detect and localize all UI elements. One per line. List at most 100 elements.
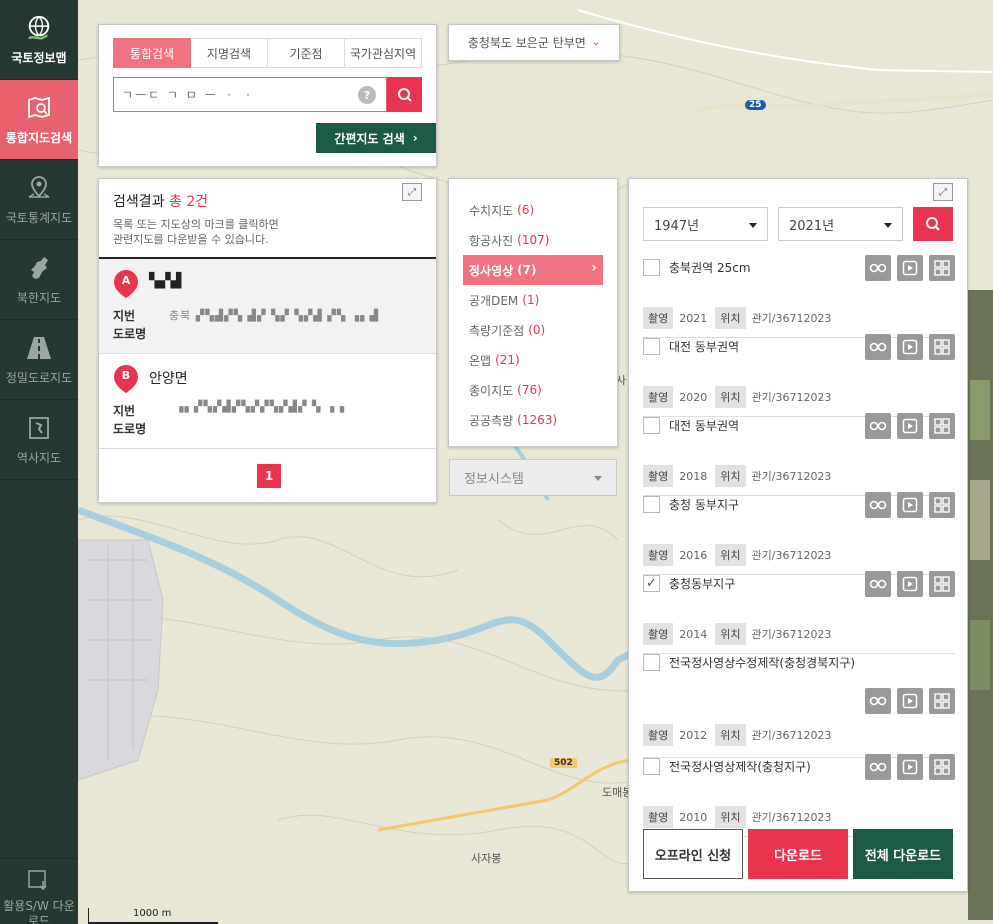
category-paper-map[interactable]: 종이지도 (76) [463, 375, 603, 405]
map-scale-label: 1000 m [133, 908, 172, 919]
imagery-year: 2018 [679, 469, 708, 483]
play-icon[interactable] [897, 492, 923, 518]
collapse-panel-icon[interactable]: ⤢ [402, 183, 422, 201]
easy-map-search-button[interactable]: 간편지도 검색 › [316, 123, 436, 153]
grid-icon[interactable] [929, 754, 955, 780]
play-icon[interactable] [897, 255, 923, 281]
imagery-action-icons [859, 688, 955, 714]
sidebar-brand-logo[interactable]: 국토정보맵 [0, 0, 78, 80]
location-tag: 위치 [715, 724, 746, 746]
play-icon[interactable] [897, 571, 923, 597]
download-button[interactable]: 다운로드 [748, 829, 848, 879]
search-button[interactable] [387, 77, 422, 112]
tab-national-interest-area[interactable]: 국가관심지역 [345, 38, 422, 68]
preview-glasses-icon[interactable] [865, 334, 891, 360]
imagery-checkbox[interactable] [643, 417, 660, 434]
play-icon[interactable] [897, 754, 923, 780]
imagery-item[interactable]: 전국정사영상수정제작(충청경북지구) 촬영 2012 위치 관기/36712023 [643, 654, 955, 758]
preview-glasses-icon[interactable] [865, 754, 891, 780]
preview-glasses-icon[interactable] [865, 413, 891, 439]
grid-icon[interactable] [929, 688, 955, 714]
pagination-page-1[interactable]: 1 [257, 464, 281, 488]
imagery-action-icons [859, 492, 955, 518]
category-onmap[interactable]: 온맵 (21) [463, 345, 603, 375]
category-count: (1) [522, 293, 540, 307]
info-system-dropdown[interactable]: 정보시스템 [449, 459, 617, 496]
year-search-button[interactable] [913, 207, 953, 241]
imagery-year: 2012 [679, 728, 708, 742]
category-survey-reference-point[interactable]: 측량기준점 (0) [463, 315, 603, 345]
year-from-select[interactable]: 1947년 [643, 207, 768, 241]
tab-place-name-search[interactable]: 지명검색 [191, 38, 268, 68]
imagery-location: 관기/36712023 [751, 811, 832, 824]
play-icon[interactable] [897, 688, 923, 714]
category-aerial-photo[interactable]: 항공사진 (107) [463, 225, 603, 255]
sidebar-item-statistics-map[interactable]: 국토통계지도 [0, 160, 78, 240]
tab-integrated-search[interactable]: 통합검색 [113, 38, 191, 68]
preview-glasses-icon[interactable] [865, 492, 891, 518]
category-public-dem[interactable]: 공개DEM (1) [463, 285, 603, 315]
sidebar-item-north-korea-map[interactable]: 북한지도 [0, 240, 78, 320]
shoot-tag: 촬영 [643, 623, 674, 645]
offline-request-button[interactable]: 오프라인 신청 [643, 829, 743, 879]
imagery-checkbox[interactable]: ✓ [643, 575, 660, 592]
imagery-location: 관기/36712023 [751, 470, 832, 483]
imagery-action-icons [859, 413, 955, 439]
category-digital-map[interactable]: 수치지도 (6) [463, 195, 603, 225]
imagery-item[interactable]: 전국정사영상제작(충청지구) 촬영 2010 위치 관기/36712023 [643, 754, 955, 837]
location-pin-icon [25, 174, 53, 202]
imagery-item[interactable]: 충청 동부지구 촬영 2016 위치 관기/36712023 [643, 492, 955, 575]
help-icon[interactable]: ? [358, 86, 376, 104]
location-tag: 위치 [715, 544, 746, 566]
imagery-name: 충북권역 25cm [669, 261, 751, 275]
imagery-checkbox[interactable] [643, 758, 660, 775]
grid-icon[interactable] [929, 413, 955, 439]
jibun-label: 지번 [113, 309, 136, 323]
category-orthoimage[interactable]: 정사영상 (7) [463, 255, 603, 285]
grid-icon[interactable] [929, 571, 955, 597]
result-count: 총 2건 [168, 194, 209, 210]
region-dropdown[interactable]: 충청북도 보은군 탄부면 ⌄ [448, 24, 620, 61]
sidebar-item-software-download[interactable]: 활용S/W 다운로드 [0, 858, 78, 924]
location-tag: 위치 [715, 623, 746, 645]
imagery-name: 충청동부지구 [669, 577, 736, 591]
download-all-button[interactable]: 전체 다운로드 [853, 829, 953, 879]
sidebar-item-precision-road-map[interactable]: 정밀도로지도 [0, 320, 78, 400]
imagery-location: 관기/36712023 [751, 729, 832, 742]
imagery-item[interactable]: ✓ 충청동부지구 촬영 2014 위치 관기/36712023 [643, 571, 955, 654]
tab-reference-point[interactable]: 기준점 [268, 38, 345, 68]
year-to-select[interactable]: 2021년 [778, 207, 903, 241]
imagery-item[interactable]: 대전 동부권역 촬영 2020 위치 관기/36712023 [643, 334, 955, 417]
imagery-name: 전국정사영상제작(충청지구) [669, 760, 811, 774]
sidebar-item-historical-map[interactable]: 역사지도 [0, 400, 78, 480]
sidebar-item-integrated-search[interactable]: 통합지도검색 [0, 80, 78, 160]
play-icon[interactable] [897, 334, 923, 360]
download-doc-icon [26, 869, 52, 895]
play-icon[interactable] [897, 413, 923, 439]
collapse-panel-icon[interactable]: ⤢ [933, 183, 953, 201]
result-item-a[interactable]: A ▚▞▟ 지번 충북 ▞▚▟▞▚ ▟▞ ▚▞ ▚▞▟ ▞▚ ▗▖▟ 도로명 [99, 259, 436, 354]
jibun-value: ▗▖▞▚▞▟▞▚▞▞▚▞▟▞ ▚ ▗ ▖ [175, 400, 350, 413]
map-label-sajabong: 사자봉 [471, 852, 502, 865]
imagery-meta: 촬영 2020 위치 관기/36712023 [643, 386, 831, 408]
location-tag: 위치 [715, 307, 746, 329]
grid-icon[interactable] [929, 492, 955, 518]
shoot-tag: 촬영 [643, 724, 674, 746]
imagery-item[interactable]: 충북권역 25cm 촬영 2021 위치 관기/36712023 [643, 255, 955, 338]
category-panel: 수치지도(6) 항공사진(107) 정사영상(7) 공개DEM(1) 측량기준점… [448, 178, 618, 447]
imagery-checkbox[interactable] [643, 259, 660, 276]
grid-icon[interactable] [929, 255, 955, 281]
imagery-checkbox[interactable] [643, 654, 660, 671]
preview-glasses-icon[interactable] [865, 571, 891, 597]
imagery-item[interactable]: 대전 동부권역 촬영 2018 위치 관기/36712023 [643, 413, 955, 496]
search-input[interactable]: ㄱㅡㄷ ㄱ ㅁ ㅡ ㆍ ㆍ ? [113, 77, 387, 112]
grid-icon[interactable] [929, 334, 955, 360]
imagery-checkbox[interactable] [643, 338, 660, 355]
preview-glasses-icon[interactable] [865, 688, 891, 714]
road-number-25-badge: 25 [745, 100, 766, 110]
preview-glasses-icon[interactable] [865, 255, 891, 281]
category-public-survey[interactable]: 공공측량 (1263) [463, 405, 603, 435]
result-item-b[interactable]: B 안양면 지번 ▗▖▞▚▞▟▞▚▞▞▚▞▟▞ ▚ ▗ ▖ 도로명 [99, 354, 436, 449]
category-label: 공공측량 [469, 413, 514, 428]
imagery-checkbox[interactable] [643, 496, 660, 513]
